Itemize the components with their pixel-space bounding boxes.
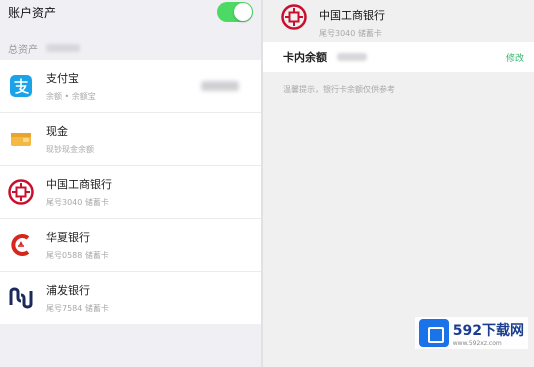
- account-item-icbc[interactable]: 中国工商银行 尾号3040 储蓄卡: [0, 166, 261, 219]
- alipay-icon: [8, 73, 34, 99]
- selected-account-header: 中国工商银行 尾号3040 储蓄卡: [263, 0, 534, 42]
- total-assets-header: 总资产: [0, 36, 261, 60]
- account-item-huaxia[interactable]: 华夏银行 尾号0588 储蓄卡: [0, 219, 261, 272]
- toggle-knob: [234, 3, 252, 21]
- account-assets-toggle[interactable]: [217, 2, 253, 22]
- account-detail-panel: 中国工商银行 尾号3040 储蓄卡 卡内余额 修改 温馨提示，银行卡余额仅供参考: [263, 0, 534, 367]
- balance-note: 温馨提示，银行卡余额仅供参考: [283, 85, 395, 94]
- account-assets-label: 账户资产: [8, 5, 57, 20]
- account-item-cash[interactable]: 现金 现钞现金余额: [0, 113, 261, 166]
- watermark-url: www.592xz.com: [452, 339, 502, 347]
- card-balance-value-blurred: [337, 53, 367, 61]
- account-subtitle: 余额 • 余额宝: [46, 92, 96, 101]
- account-name: 浦发银行: [46, 284, 90, 297]
- account-item-spdb[interactable]: 浦发银行 尾号7584 储蓄卡: [0, 272, 261, 324]
- account-subtitle: 尾号0588 储蓄卡: [46, 251, 109, 260]
- account-name: 中国工商银行: [46, 178, 112, 191]
- account-balance-blurred: [201, 81, 239, 91]
- card-balance-row: 卡内余额 修改: [263, 42, 534, 72]
- spdb-logo-icon: [8, 285, 34, 311]
- watermark-title: 592下载网: [452, 322, 524, 339]
- app-root: 账户资产 总资产 支付宝 余额 • 余额宝 现金 现钞现金余额 中国工商银行 尾…: [0, 0, 534, 367]
- card-balance-label: 卡内余额: [283, 51, 327, 64]
- cash-wallet-icon: [8, 126, 34, 152]
- site-watermark: 592下载网 www.592xz.com: [414, 317, 528, 349]
- icbc-logo-icon: [281, 4, 307, 34]
- account-assets-toggle-row: 账户资产: [0, 0, 261, 24]
- account-name: 支付宝: [46, 72, 79, 85]
- account-list: 支付宝 余额 • 余额宝 现金 现钞现金余额 中国工商银行 尾号3040 储蓄卡…: [0, 60, 261, 324]
- selected-bank-subtitle: 尾号3040 储蓄卡: [319, 29, 382, 38]
- account-subtitle: 尾号3040 储蓄卡: [46, 198, 109, 207]
- edit-balance-button[interactable]: 修改: [506, 51, 524, 64]
- total-assets-label: 总资产: [8, 44, 38, 56]
- account-item-alipay[interactable]: 支付宝 余额 • 余额宝: [0, 60, 261, 113]
- account-subtitle: 现钞现金余额: [46, 145, 94, 154]
- huaxia-bank-logo-icon: [8, 232, 34, 258]
- account-subtitle: 尾号7584 储蓄卡: [46, 304, 109, 313]
- asset-list-panel: 账户资产 总资产 支付宝 余额 • 余额宝 现金 现钞现金余额 中国工商银行 尾…: [0, 0, 261, 367]
- total-assets-value-blurred: [46, 44, 80, 52]
- icbc-logo-icon: [8, 179, 34, 205]
- selected-bank-name: 中国工商银行: [319, 9, 385, 22]
- watermark-logo-icon: [418, 319, 449, 347]
- account-name: 现金: [46, 125, 68, 138]
- account-name: 华夏银行: [46, 231, 90, 244]
